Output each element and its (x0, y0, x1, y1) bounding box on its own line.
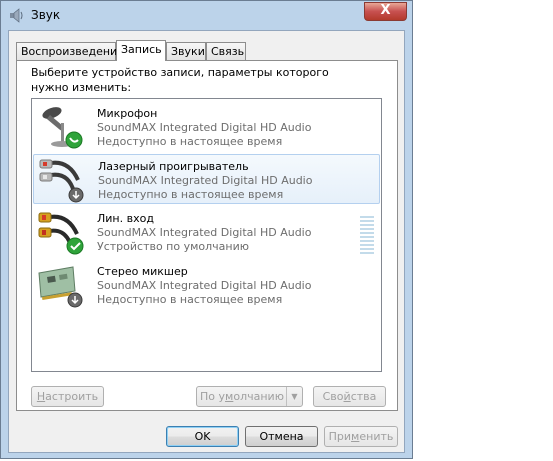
device-row-line-in[interactable]: Лин. вход SoundMAX Integrated Digital HD… (33, 207, 380, 257)
recording-tab-page: Выберите устройство записи, параметры ко… (16, 60, 398, 411)
sound-dialog-window: Звук X Воспроизведение Запись Звуки Связ… (0, 0, 413, 459)
device-driver: SoundMAX Integrated Digital HD Audio (97, 226, 312, 239)
device-name: Лин. вход (97, 212, 154, 225)
speaker-icon (8, 7, 25, 24)
recording-device-list[interactable]: Микрофон SoundMAX Integrated Digital HD … (31, 98, 382, 372)
device-status: Недоступно в настоящее время (97, 135, 283, 148)
device-status: Устройство по умолчанию (97, 240, 250, 253)
device-row-microphone[interactable]: Микрофон SoundMAX Integrated Digital HD … (33, 102, 380, 152)
level-meter (360, 216, 374, 256)
tab-playback[interactable]: Воспроизведение (16, 42, 124, 60)
device-row-stereo-mixer[interactable]: Стерео микшер SoundMAX Integrated Digita… (33, 260, 380, 310)
tab-recording[interactable]: Запись (116, 40, 166, 61)
title-bar[interactable]: Звук X (1, 1, 412, 30)
sound-card-icon (37, 261, 85, 309)
instruction-text: Выберите устройство записи, параметры ко… (31, 66, 329, 94)
microphone-icon (37, 103, 85, 151)
device-status: Недоступно в настоящее время (98, 188, 284, 201)
properties-button[interactable]: Свойства (313, 386, 386, 407)
apply-button[interactable]: Применить (324, 426, 398, 447)
dropdown-arrow-icon[interactable]: ▼ (286, 387, 302, 406)
device-driver: SoundMAX Integrated Digital HD Audio (97, 121, 312, 134)
cancel-button[interactable]: Отмена (245, 426, 318, 447)
device-driver: SoundMAX Integrated Digital HD Audio (97, 279, 312, 292)
configure-button[interactable]: Настроить (31, 386, 104, 407)
close-button[interactable]: X (364, 2, 407, 21)
device-name: Микрофон (97, 107, 158, 120)
close-icon: X (380, 3, 391, 18)
device-row-cd-player[interactable]: Лазерный проигрыватель SoundMAX Integrat… (33, 154, 380, 204)
device-driver: SoundMAX Integrated Digital HD Audio (98, 174, 313, 187)
tab-sounds[interactable]: Звуки (166, 42, 206, 60)
line-in-cable-icon (37, 208, 85, 256)
dialog-client-area: Воспроизведение Запись Звуки Связь Выбер… (8, 30, 405, 453)
device-status: Недоступно в настоящее время (97, 293, 283, 306)
device-name: Лазерный проигрыватель (98, 160, 249, 173)
set-default-button[interactable]: По умолчанию ▼ (196, 386, 303, 407)
window-title: Звук (31, 8, 61, 22)
rca-cable-icon (38, 156, 86, 204)
tab-communications[interactable]: Связь (206, 42, 246, 60)
device-name: Стерео микшер (97, 265, 188, 278)
ok-button[interactable]: OK (166, 426, 239, 447)
